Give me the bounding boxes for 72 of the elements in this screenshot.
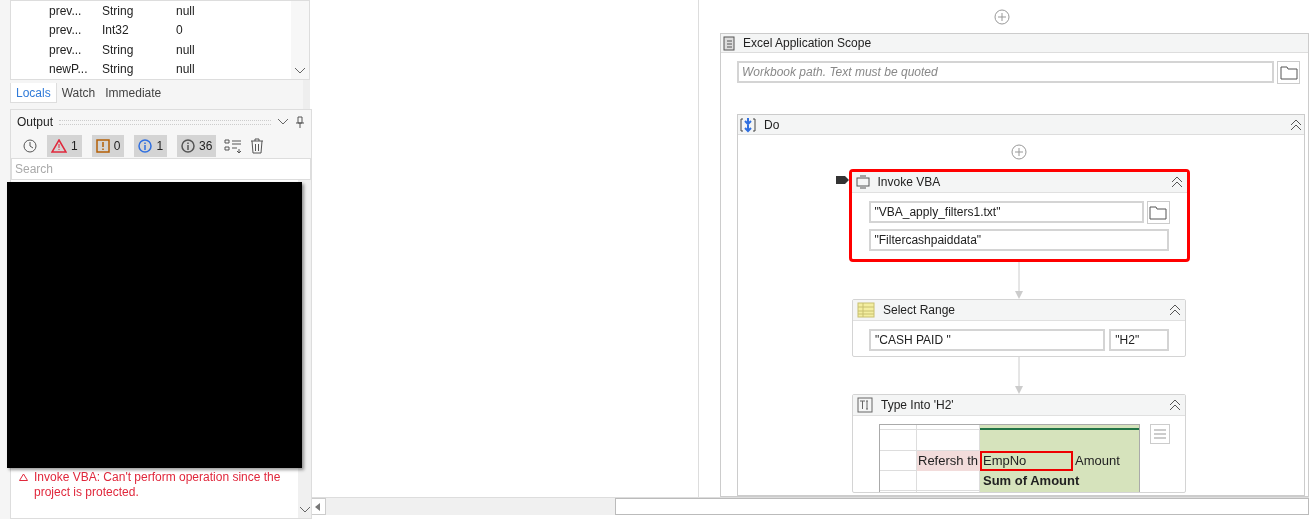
window-icon — [855, 175, 870, 189]
activity-card[interactable]: Type Into 'H2' Refersh th EmpNo Amount Sum of Amount — [852, 394, 1186, 493]
collapse-icon[interactable] — [1169, 399, 1181, 411]
list-icon[interactable] — [224, 138, 243, 154]
scope-title: Excel Application Scope — [743, 35, 872, 52]
sequence-title: Do — [764, 116, 781, 134]
clock-icon[interactable] — [23, 139, 37, 153]
collapse-icon[interactable] — [1169, 304, 1181, 316]
panel-title: Output — [17, 114, 54, 131]
filter-toggle[interactable]: 1 — [134, 135, 168, 157]
folder-icon — [1149, 205, 1167, 220]
sequence-icon — [740, 116, 756, 133]
workbook-path-field[interactable]: Workbook path. Text must be quoted — [737, 61, 1274, 83]
expression-field[interactable]: "CASH PAID " — [869, 329, 1106, 351]
variable-name: prev... — [49, 22, 83, 40]
expression-field[interactable]: "H2" — [1109, 329, 1169, 351]
scrollbar[interactable] — [291, 1, 309, 79]
chevron-down-icon[interactable] — [277, 118, 289, 126]
variable-value: null — [176, 61, 195, 79]
trash-icon[interactable] — [250, 138, 265, 154]
sheet-cell — [880, 471, 917, 491]
variable-value: null — [176, 2, 195, 20]
warning-icon — [51, 139, 67, 153]
search-field[interactable]: Search — [11, 158, 311, 180]
filter-toggle[interactable]: 36 — [177, 135, 217, 157]
variable-name: prev... — [49, 41, 83, 59]
panel-tab[interactable]: Immediate — [100, 83, 167, 103]
pin-icon[interactable] — [295, 116, 305, 128]
activity-card[interactable]: Invoke VBA "VBA_apply_filters1.txt" "Filtercashpaiddata" — [848, 169, 1190, 262]
cell-text: Amount — [1073, 451, 1139, 471]
scroll-down-icon[interactable] — [294, 67, 306, 75]
info-icon — [181, 139, 196, 153]
warning-icon — [19, 473, 28, 481]
variable-value: null — [176, 41, 195, 59]
expression-field[interactable]: "VBA_apply_filters1.txt" — [868, 201, 1144, 223]
spreadsheet-icon — [857, 302, 875, 318]
expression-field[interactable]: "Filtercashpaiddata" — [868, 229, 1169, 251]
variable-type: String — [102, 41, 135, 59]
filter-toggle[interactable]: 1 — [47, 135, 82, 157]
scroll-down-icon[interactable] — [298, 506, 311, 514]
info-icon — [138, 139, 153, 153]
text-field-icon — [857, 397, 873, 413]
variable-type: String — [102, 2, 135, 20]
browse-button[interactable] — [1277, 61, 1300, 84]
sheet-cell — [880, 430, 917, 451]
variable-name: prev... — [49, 2, 83, 20]
scroll-left-icon[interactable] — [315, 502, 321, 511]
panel-tab[interactable]: Watch — [56, 83, 101, 103]
variable-value: 0 — [176, 22, 183, 40]
cell-text: Refersh th — [917, 451, 980, 471]
browse-button[interactable] — [1146, 201, 1170, 224]
cell-text: Sum of Amount — [980, 471, 1139, 491]
output-message: Invoke VBA: Can't perform operation since the project is protected. — [34, 470, 282, 500]
connector-arrow — [1014, 262, 1024, 299]
error-icon — [95, 139, 110, 153]
collapse-icon[interactable] — [1170, 176, 1183, 188]
filter-toggle[interactable]: 0 — [91, 135, 125, 157]
activity-title: Select Range — [883, 302, 957, 319]
activity-card[interactable]: Select Range "CASH PAID " "H2" — [852, 299, 1186, 357]
folder-icon — [1279, 65, 1298, 80]
connector-arrow — [1014, 357, 1024, 394]
activity-title: Invoke VBA — [877, 174, 942, 191]
variable-type: String — [102, 61, 135, 79]
scroll-thumb[interactable] — [615, 498, 1309, 515]
activity-title: Type Into 'H2' — [881, 397, 955, 414]
variable-type: Int32 — [102, 22, 130, 40]
cell-text: EmpNo — [980, 451, 1073, 471]
collapse-icon[interactable] — [1290, 118, 1302, 131]
variable-name: newP... — [49, 61, 89, 79]
horizontal-scrollbar[interactable] — [310, 497, 1309, 515]
panel-tab[interactable]: Locals — [10, 83, 57, 103]
breakpoint-marker-icon — [835, 176, 849, 184]
